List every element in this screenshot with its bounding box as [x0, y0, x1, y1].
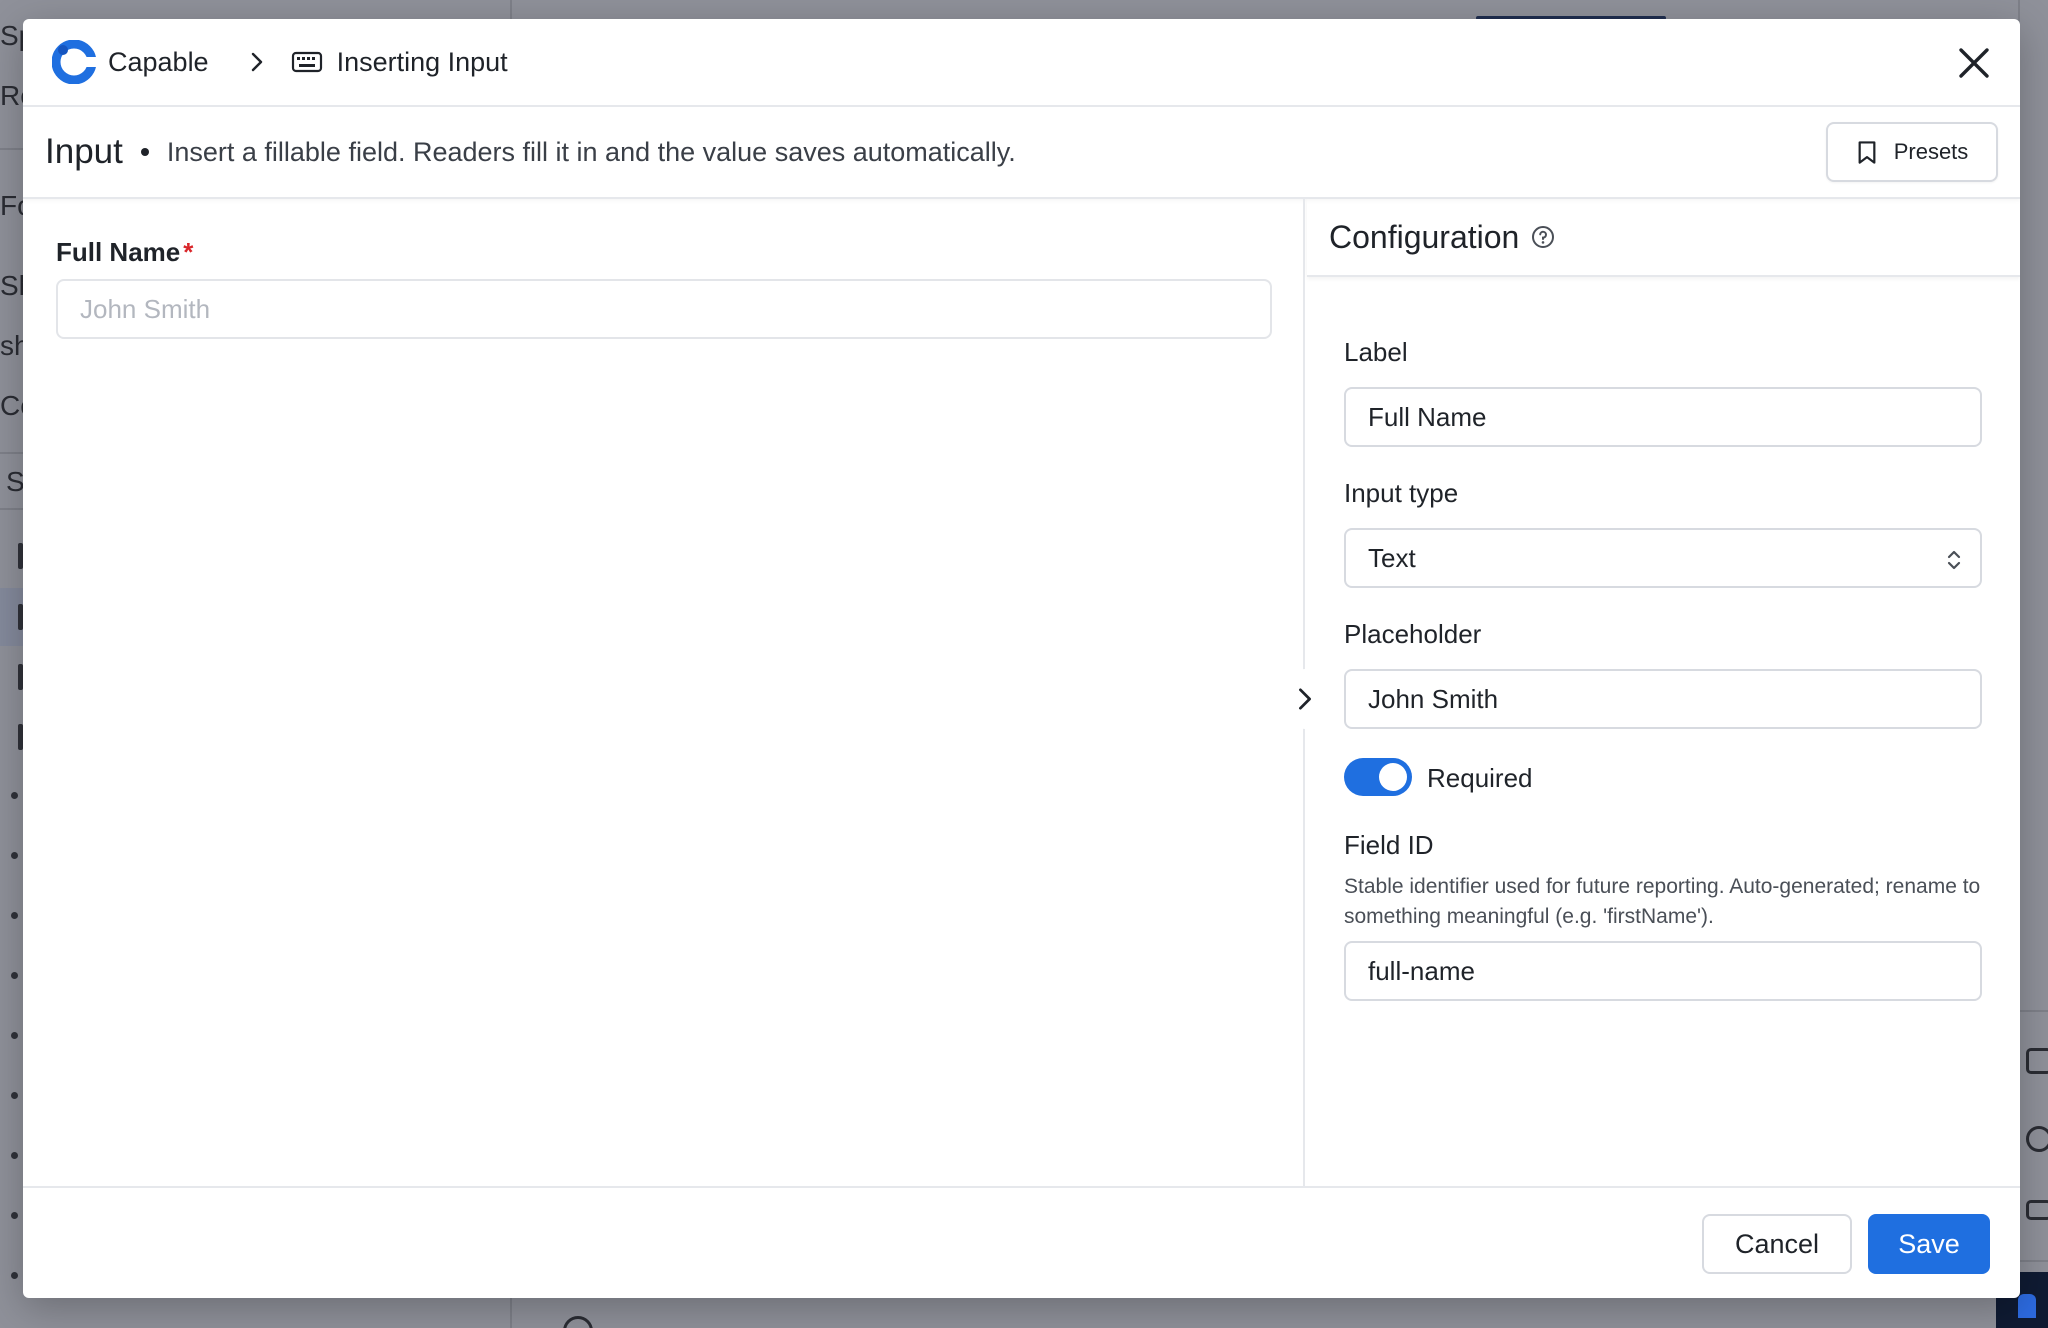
- background-panel-icon: [2026, 1200, 2048, 1220]
- background-bullet: [11, 1152, 18, 1159]
- configuration-title: Configuration: [1329, 218, 1520, 255]
- input-type-title: Input type: [1344, 478, 1459, 508]
- field-id-title: Field ID: [1344, 830, 1434, 860]
- placeholder-input-value: John Smith: [1368, 683, 1499, 714]
- breadcrumb: Capable Inserting Input: [23, 19, 2020, 107]
- label-input[interactable]: Full Name: [1344, 387, 1982, 447]
- placeholder-input[interactable]: John Smith: [1344, 669, 1982, 729]
- input-type-select[interactable]: Text: [1344, 528, 1982, 588]
- close-icon: [1959, 48, 1989, 78]
- configuration-header: Configuration: [1307, 199, 2020, 277]
- field-id-help-text: Stable identifier used for future report…: [1344, 875, 1981, 928]
- background-divider: [2018, 1010, 2048, 1012]
- background-bullet: [11, 852, 18, 859]
- save-button[interactable]: Save: [1868, 1214, 1990, 1274]
- placeholder-field-title: Placeholder: [1344, 619, 1482, 649]
- required-toggle[interactable]: [1344, 758, 1412, 796]
- required-asterisk: *: [183, 237, 194, 267]
- capable-logo-icon: [52, 40, 96, 84]
- dialog-description: Insert a fillable field. Readers fill it…: [166, 136, 1016, 167]
- background-bullet: [11, 792, 18, 799]
- preview-pane: Full Name *: [23, 199, 1305, 1186]
- background-bullet: [11, 1092, 18, 1099]
- background-bullet: [11, 972, 18, 979]
- breadcrumb-page-name: Inserting Input: [336, 46, 508, 77]
- close-button[interactable]: [1954, 43, 1994, 83]
- input-type-value: Text: [1368, 542, 1416, 573]
- breadcrumb-app-name[interactable]: Capable: [108, 47, 209, 78]
- background-info-icon: [2026, 1126, 2048, 1152]
- background-sidebar-text: S: [6, 466, 25, 497]
- background-comment-icon: [2026, 1048, 2048, 1074]
- background-bullet: [11, 1032, 18, 1039]
- label-input-value: Full Name: [1368, 401, 1487, 432]
- background-divider: [2018, 1260, 2048, 1262]
- toggle-knob: [1379, 763, 1407, 791]
- required-label: Required: [1427, 763, 1533, 793]
- dialog-header: Input Insert a fillable field. Readers f…: [23, 107, 2020, 199]
- background-bottom-icon: [563, 1316, 593, 1328]
- cancel-button[interactable]: Cancel: [1702, 1214, 1852, 1274]
- dialog-title: Input: [45, 132, 123, 171]
- insert-input-dialog: Capable Inserting Input Input Insert a f…: [23, 19, 2020, 1298]
- background-bullet: [11, 912, 18, 919]
- background-bullet: [11, 1272, 18, 1279]
- field-id-value: full-name: [1368, 955, 1475, 986]
- field-id-input[interactable]: full-name: [1344, 941, 1982, 1001]
- help-icon[interactable]: [1531, 225, 1555, 249]
- preview-field-label-text: Full Name: [56, 237, 181, 267]
- presets-label: Presets: [1893, 139, 1969, 164]
- dialog-footer: Cancel Save: [23, 1186, 2020, 1298]
- label-field-title: Label: [1344, 337, 1408, 367]
- preview-field-label: Full Name *: [56, 237, 193, 268]
- preview-full-name-input[interactable]: [56, 279, 1272, 339]
- background-bullet: [11, 1212, 18, 1219]
- chevron-right-icon: [251, 52, 262, 72]
- bookmark-icon: [1858, 140, 1876, 164]
- separator-dot: [140, 148, 149, 156]
- configuration-panel: Configuration Label Full Name Input type…: [1307, 199, 2020, 1186]
- presets-button[interactable]: Presets: [1826, 122, 1998, 182]
- keyboard-icon: [291, 51, 322, 73]
- select-arrows-icon: [1947, 550, 1961, 570]
